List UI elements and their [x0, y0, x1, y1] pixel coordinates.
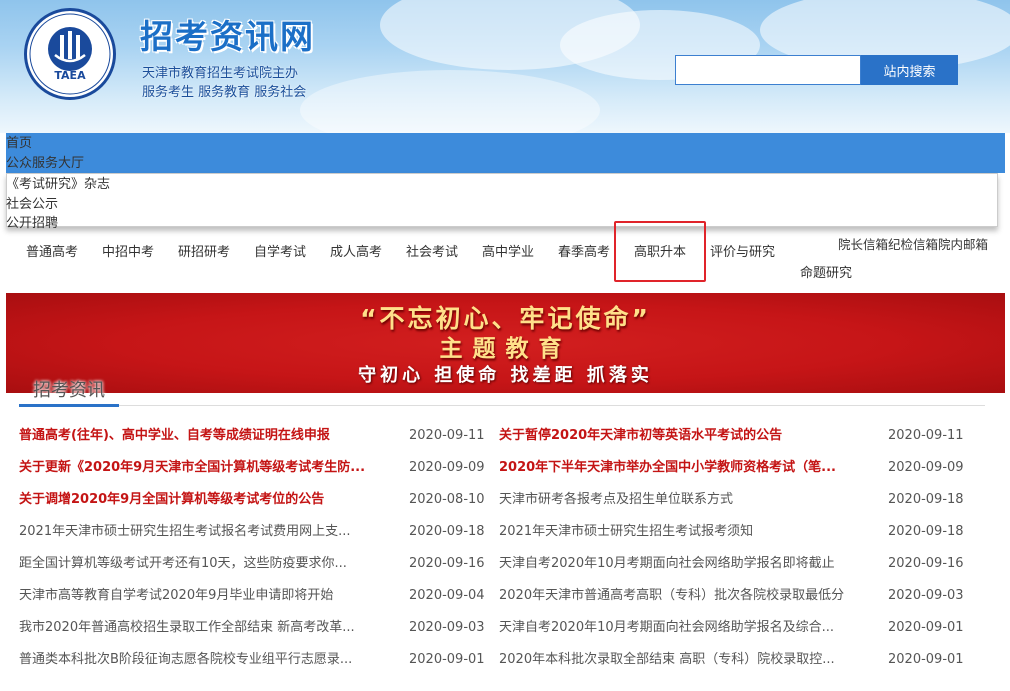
site-subtitle: 天津市教育招生考试院主办	[142, 66, 299, 81]
news-date: 2020-09-16	[888, 556, 964, 571]
nav-evaluation-research[interactable]: 评价与研究	[710, 244, 775, 262]
news-date: 2020-09-03	[888, 588, 964, 603]
news-title-link[interactable]: 普通高考(往年)、高中学业、自考等成绩证明在线申报	[19, 427, 391, 445]
news-title-link[interactable]: 天津自考2020年10月考期面向社会网络助学报名即将截止	[499, 555, 859, 573]
news-date: 2020-09-01	[409, 652, 485, 667]
news-title-link[interactable]: 距全国计算机等级考试开考还有10天，这些防疫要求你...	[19, 555, 391, 573]
news-title-link[interactable]: 天津市高等教育自学考试2020年9月毕业申请即将开始	[19, 587, 391, 605]
news-date: 2020-09-18	[888, 524, 964, 539]
section-tab-indicator	[19, 404, 119, 407]
section-title[interactable]: 招考资讯	[33, 376, 105, 402]
link-recruitment[interactable]: 公开招聘	[6, 214, 58, 234]
nav-self-study-exam[interactable]: 自学考试	[254, 244, 306, 262]
search-input[interactable]	[675, 55, 861, 85]
search-button[interactable]: 站内搜索	[861, 55, 958, 85]
news-title-link[interactable]: 天津市研考各报考点及招生单位联系方式	[499, 491, 859, 509]
site-logo[interactable]: TAEA	[24, 8, 116, 100]
theme-banner[interactable]: “不忘初心、牢记使命” 主题教育 守初心 担使命 找差距 抓落实	[6, 293, 1005, 393]
banner-slogan: 守初心 担使命 找差距 抓落实	[358, 365, 653, 386]
news-title-link[interactable]: 天津自考2020年10月考期面向社会网络助学报名及综合...	[499, 619, 859, 637]
news-title-link[interactable]: 2020年下半年天津市举办全国中小学教师资格考试（笔...	[499, 459, 859, 477]
nav-general-gaokao[interactable]: 普通高考	[26, 244, 78, 262]
news-date: 2020-08-10	[409, 492, 485, 507]
news-title-link[interactable]: 2021年天津市硕士研究生招生考试报名考试费用网上支...	[19, 523, 391, 541]
news-date: 2020-09-11	[409, 428, 485, 443]
news-date: 2020-09-09	[409, 460, 485, 475]
site-title: 招考资讯网	[140, 17, 315, 56]
nav-question-research[interactable]: 命题研究	[800, 265, 852, 283]
logo-text: TAEA	[54, 69, 86, 82]
news-date: 2020-09-01	[888, 652, 964, 667]
news-title-link[interactable]: 关于暂停2020年天津市初等英语水平考试的公告	[499, 427, 859, 445]
news-date: 2020-09-01	[888, 620, 964, 635]
news-title-link[interactable]: 2020年本科批次录取全部结束 高职（专科）院校录取控...	[499, 651, 859, 669]
news-title-link[interactable]: 关于更新《2020年9月天津市全国计算机等级考试考生防...	[19, 459, 391, 477]
nav-graduate-exam[interactable]: 研招研考	[178, 244, 230, 262]
link-exam-research-journal[interactable]: 《考试研究》杂志	[6, 175, 110, 195]
nav-zhongkao[interactable]: 中招中考	[102, 244, 154, 262]
news-date: 2020-09-18	[888, 492, 964, 507]
news-date: 2020-09-03	[409, 620, 485, 635]
nav-social-exam[interactable]: 社会考试	[406, 244, 458, 262]
site-slogan: 服务考生 服务教育 服务社会	[142, 85, 307, 100]
news-title-link[interactable]: 普通类本科批次B阶段征询志愿各院校专业组平行志愿录...	[19, 651, 391, 669]
news-date: 2020-09-16	[409, 556, 485, 571]
banner-subtitle: 主题教育	[439, 336, 572, 362]
news-date: 2020-09-04	[409, 588, 485, 603]
link-public-notice[interactable]: 社会公示	[6, 195, 58, 215]
news-title-link[interactable]: 2020年天津市普通高考高职（专科）批次各院校录取最低分	[499, 587, 859, 605]
news-date: 2020-09-18	[409, 524, 485, 539]
nav-adult-gaokao[interactable]: 成人高考	[330, 244, 382, 262]
quick-link-panel	[6, 173, 998, 227]
quick-link-bar	[6, 133, 1005, 173]
mailbox-links[interactable]: 院长信箱纪检信箱院内邮箱	[838, 235, 988, 255]
news-title-link[interactable]: 2021年天津市硕士研究生招生考试报考须知	[499, 523, 859, 541]
nav-high-school-academic[interactable]: 高中学业	[482, 244, 534, 262]
news-title-link[interactable]: 我市2020年普通高校招生录取工作全部结束 新高考改革...	[19, 619, 391, 637]
site-header: TAEA 招考资讯网 天津市教育招生考试院主办 服务考生 服务教育 服务社会 站…	[0, 0, 1010, 133]
nav-spring-gaokao[interactable]: 春季高考	[558, 244, 610, 262]
section-divider	[19, 405, 985, 406]
news-date: 2020-09-09	[888, 460, 964, 475]
news-title-link[interactable]: 关于调增2020年9月全国计算机等级考试考位的公告	[19, 491, 391, 509]
highlight-box	[614, 221, 706, 282]
link-public-service-hall[interactable]: 公众服务大厅	[6, 154, 84, 174]
news-date: 2020-09-11	[888, 428, 964, 443]
link-home[interactable]: 首页	[6, 134, 32, 154]
